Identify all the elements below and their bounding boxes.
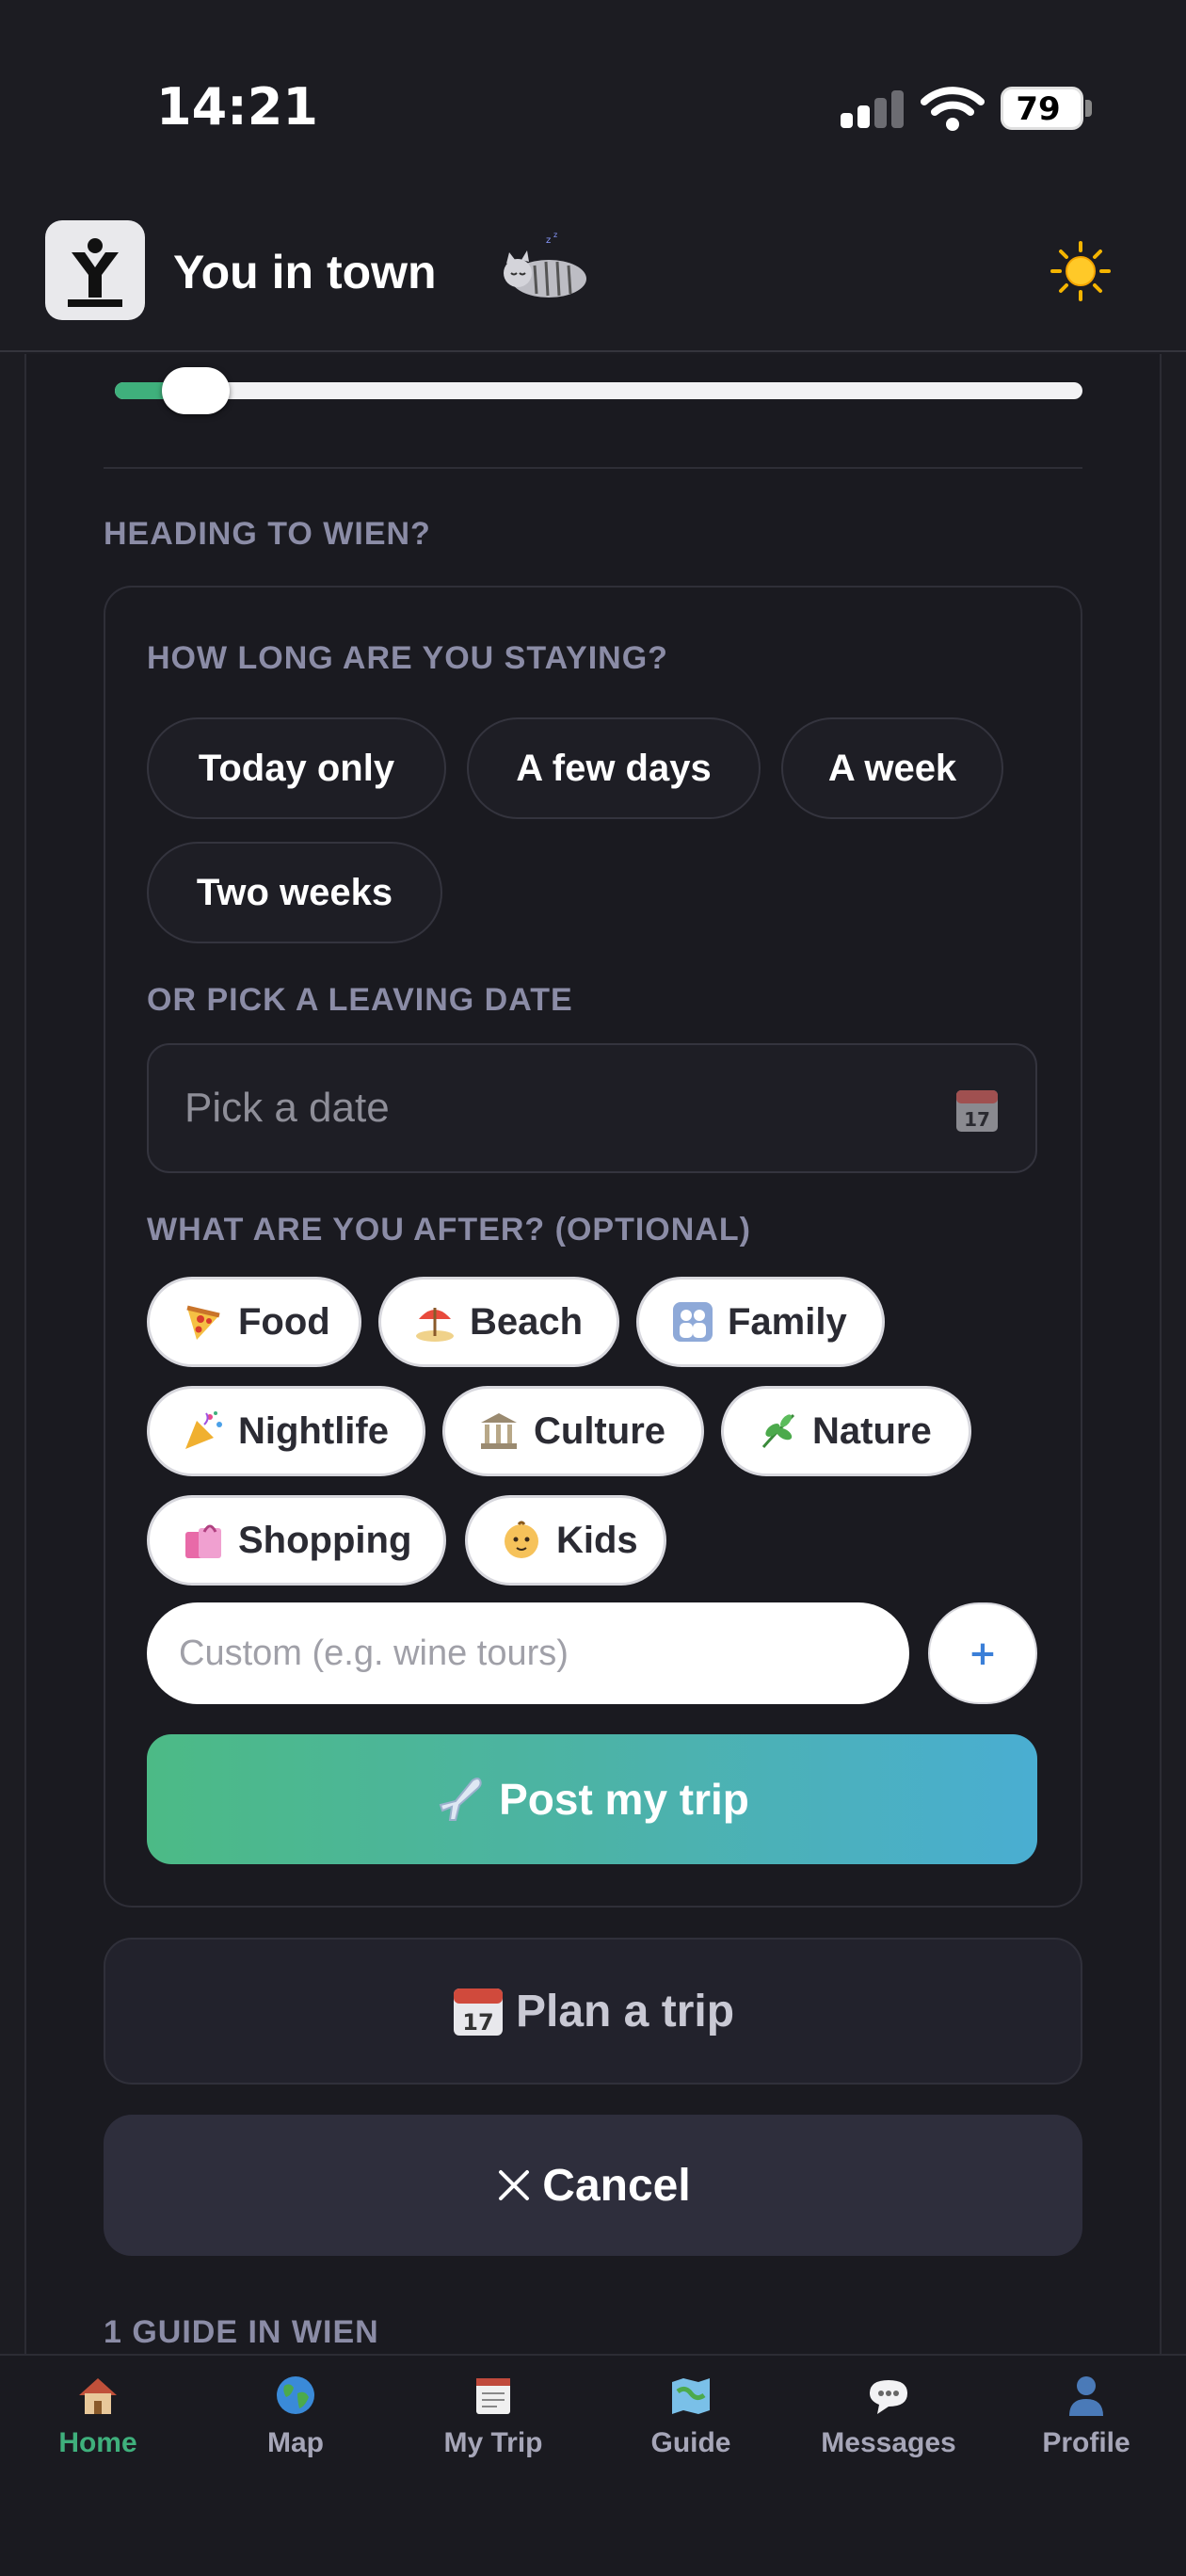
interest-chip-food[interactable]: Food <box>147 1277 361 1367</box>
interest-chip-kids[interactable]: Kids <box>465 1495 666 1586</box>
beach-umbrella-icon <box>416 1308 454 1342</box>
interest-chip-shopping[interactable]: Shopping <box>147 1495 446 1586</box>
nav-label: My Trip <box>443 2427 543 2458</box>
house-icon <box>79 2378 117 2414</box>
interest-chip-label: Kids <box>556 1519 638 1561</box>
slider-thumb[interactable] <box>162 367 230 414</box>
duration-label: HOW LONG ARE YOU STAYING? <box>147 640 668 676</box>
plan-trip-button[interactable]: 17 Plan a trip <box>104 1938 1082 2085</box>
cancel-button[interactable]: Cancel <box>104 2115 1082 2256</box>
plan-trip-label: Plan a trip <box>515 1986 735 2037</box>
svg-text:z: z <box>553 232 557 239</box>
custom-interest-input[interactable] <box>147 1602 909 1704</box>
speech-bubble-icon <box>870 2380 907 2414</box>
nav-label: Messages <box>821 2427 956 2458</box>
party-popper-icon <box>185 1411 222 1449</box>
family-icon <box>673 1302 713 1342</box>
globe-icon <box>277 2376 314 2414</box>
slider-track[interactable] <box>115 382 1082 399</box>
nav-label: Profile <box>1042 2427 1130 2458</box>
duration-week[interactable]: A week <box>781 717 1003 819</box>
interest-chip-nature[interactable]: Nature <box>721 1386 971 1476</box>
interest-chip-label: Food <box>238 1300 330 1343</box>
nav-messages[interactable]: Messages <box>794 2373 983 2486</box>
bottom-navigation: Home Map My Trip Guide Messages Profile <box>0 2354 1186 2576</box>
pizza-icon <box>186 1305 220 1340</box>
battery-level-text: 79 <box>1016 90 1061 128</box>
interest-chip-label: Nightlife <box>238 1409 389 1452</box>
nav-profile[interactable]: Profile <box>992 2373 1180 2486</box>
interest-chip-label: Nature <box>812 1409 932 1452</box>
nav-guide[interactable]: Guide <box>597 2373 785 2486</box>
wifi-icon <box>921 87 985 131</box>
interest-chip-label: Beach <box>470 1300 584 1343</box>
duration-few-days[interactable]: A few days <box>467 717 761 819</box>
app-title: You in town <box>173 246 437 298</box>
guides-heading: 1 GUIDE IN WIEN <box>104 2314 379 2350</box>
logo-y-icon <box>68 238 122 307</box>
interest-chip-nightlife[interactable]: Nightlife <box>147 1386 425 1476</box>
baby-icon <box>505 1521 538 1558</box>
sleeping-cat-icon: z z <box>504 232 586 298</box>
app-logo[interactable] <box>45 220 145 320</box>
museum-icon <box>481 1413 517 1449</box>
cancel-label: Cancel <box>542 2160 691 2211</box>
nav-label: Map <box>267 2427 324 2458</box>
interest-chip-label: Culture <box>534 1409 665 1452</box>
notepad-icon <box>476 2378 510 2414</box>
heading-to-city-label: HEADING TO WIEN? <box>104 516 431 552</box>
interest-chip-beach[interactable]: Beach <box>378 1277 619 1367</box>
post-trip-label: Post my trip <box>499 1775 749 1824</box>
nav-map[interactable]: Map <box>201 2373 390 2486</box>
herb-icon <box>761 1413 795 1448</box>
date-placeholder: Pick a date <box>184 1085 390 1131</box>
battery-icon: 79 <box>1001 87 1083 130</box>
shopping-bags-icon <box>185 1524 221 1558</box>
airplane-icon <box>439 1778 482 1821</box>
app-header: You in town z z <box>0 207 1186 352</box>
date-picker-field[interactable]: Pick a date 17 <box>147 1043 1037 1173</box>
sun-icon[interactable] <box>1050 241 1111 301</box>
status-bar: 14:21 79 <box>0 0 1186 207</box>
cellular-signal-icon <box>841 90 905 128</box>
svg-text:z: z <box>546 235 551 246</box>
nav-label: Guide <box>650 2427 731 2458</box>
svg-text:17: 17 <box>462 2009 493 2036</box>
status-time: 14:21 <box>156 77 318 137</box>
calendar-icon: 17 <box>453 1988 503 2036</box>
leaving-date-label: OR PICK A LEAVING DATE <box>147 982 573 1018</box>
nav-home[interactable]: Home <box>4 2373 192 2486</box>
post-trip-button[interactable]: Post my trip <box>147 1734 1037 1864</box>
add-custom-interest-button[interactable]: + <box>928 1602 1037 1704</box>
duration-two-weeks[interactable]: Two weeks <box>147 842 442 943</box>
interests-label: WHAT ARE YOU AFTER? (OPTIONAL) <box>147 1212 751 1248</box>
interest-chip-family[interactable]: Family <box>636 1277 885 1367</box>
nav-label: Home <box>58 2427 137 2458</box>
interest-chip-label: Family <box>728 1300 847 1343</box>
battery-cap <box>1085 100 1092 117</box>
close-icon <box>499 2170 530 2200</box>
person-icon <box>1069 2376 1103 2416</box>
nav-my-trip[interactable]: My Trip <box>399 2373 587 2486</box>
calendar-icon: 17 <box>956 1090 998 1132</box>
duration-today-only[interactable]: Today only <box>147 717 446 819</box>
interest-chip-culture[interactable]: Culture <box>442 1386 704 1476</box>
interest-chip-label: Shopping <box>238 1519 412 1561</box>
map-icon <box>672 2378 710 2414</box>
svg-text:17: 17 <box>964 1108 990 1131</box>
section-divider <box>104 467 1082 469</box>
